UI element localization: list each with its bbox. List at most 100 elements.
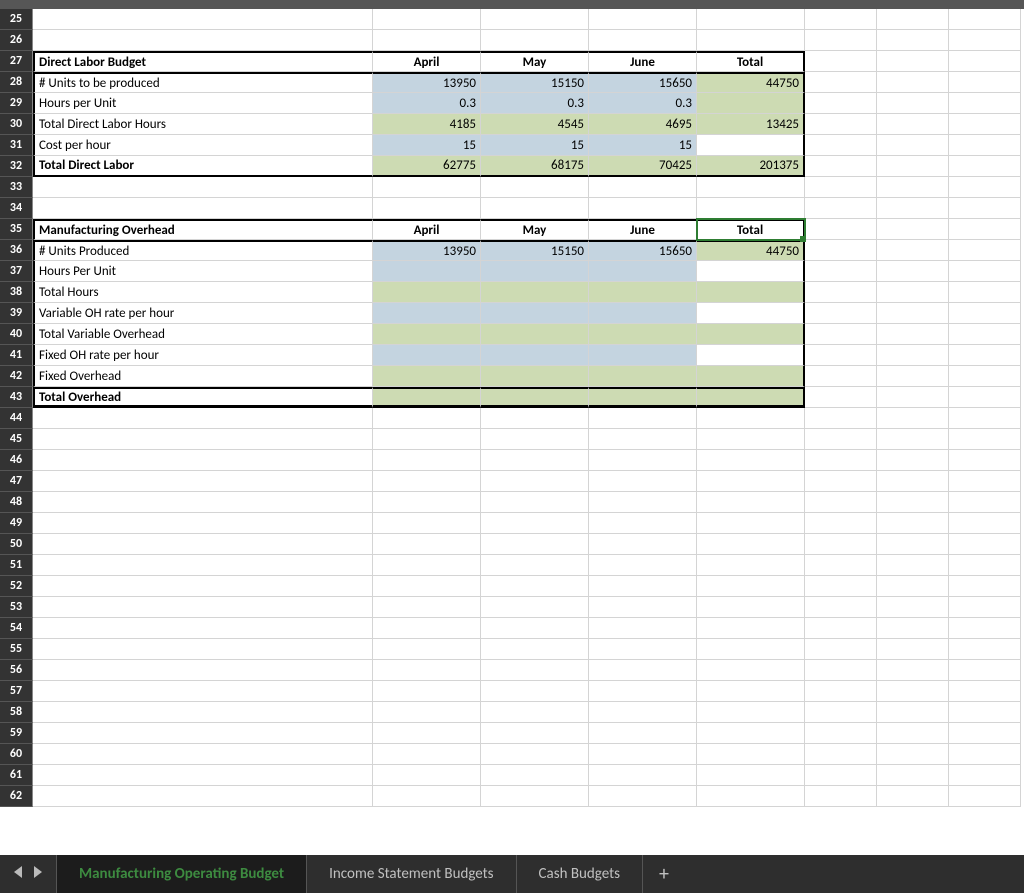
cell-35-x1[interactable]: [877, 219, 949, 240]
cell-55-1[interactable]: [373, 639, 481, 660]
cell-54-2[interactable]: [481, 618, 589, 639]
dlb-tdl-jun[interactable]: 70425: [589, 156, 697, 177]
cell-60-0[interactable]: [33, 744, 373, 765]
cell-33-4[interactable]: [697, 177, 805, 198]
cell-58-3[interactable]: [589, 702, 697, 723]
cell-45-4[interactable]: [697, 429, 805, 450]
row-header-30[interactable]: 30: [0, 114, 33, 135]
cell-62-5[interactable]: [805, 786, 877, 807]
cell-34-5[interactable]: [805, 198, 877, 219]
row-header-46[interactable]: 46: [0, 450, 33, 471]
moh-units-label[interactable]: # Units Produced: [33, 240, 373, 261]
cell-56-5[interactable]: [805, 660, 877, 681]
row-header-45[interactable]: 45: [0, 429, 33, 450]
moh-th-may[interactable]: [481, 282, 589, 303]
cell-46-6[interactable]: [877, 450, 949, 471]
cell-55-3[interactable]: [589, 639, 697, 660]
dlb-cph-jun[interactable]: 15: [589, 135, 697, 156]
moh-foh-jun[interactable]: [589, 345, 697, 366]
cell-54-3[interactable]: [589, 618, 697, 639]
cell-49-0[interactable]: [33, 513, 373, 534]
row-header-49[interactable]: 49: [0, 513, 33, 534]
cell-59-2[interactable]: [481, 723, 589, 744]
row-header-57[interactable]: 57: [0, 681, 33, 702]
cell-26-7[interactable]: [949, 30, 1021, 51]
moh-fo-jun[interactable]: [589, 366, 697, 387]
col-total[interactable]: Total: [697, 51, 805, 72]
moh-tvoh-label[interactable]: Total Variable Overhead: [33, 324, 373, 345]
cell-43-x1[interactable]: [877, 387, 949, 408]
moh-fo-apr[interactable]: [373, 366, 481, 387]
cell-52-6[interactable]: [877, 576, 949, 597]
dlb-tdlh-jun[interactable]: 4695: [589, 114, 697, 135]
dlb-tdlh-may[interactable]: 4545: [481, 114, 589, 135]
cell-44-5[interactable]: [805, 408, 877, 429]
cell-61-5[interactable]: [805, 765, 877, 786]
dlb-tdl-total[interactable]: 201375: [697, 156, 805, 177]
moh-voh-may[interactable]: [481, 303, 589, 324]
cell-44-1[interactable]: [373, 408, 481, 429]
cell-50-0[interactable]: [33, 534, 373, 555]
cell-56-3[interactable]: [589, 660, 697, 681]
cell-55-6[interactable]: [877, 639, 949, 660]
cell-36-x0[interactable]: [805, 240, 877, 261]
dlb-cph-may[interactable]: 15: [481, 135, 589, 156]
dlb-tdlh-label[interactable]: Total Direct Labor Hours: [33, 114, 373, 135]
cell-38-x2[interactable]: [949, 282, 1021, 303]
cell-56-6[interactable]: [877, 660, 949, 681]
row-header-36[interactable]: 36: [0, 240, 33, 261]
row-header-51[interactable]: 51: [0, 555, 33, 576]
cell-59-6[interactable]: [877, 723, 949, 744]
add-sheet-button[interactable]: +: [643, 855, 685, 893]
cell-47-0[interactable]: [33, 471, 373, 492]
cell-53-7[interactable]: [949, 597, 1021, 618]
cell-48-7[interactable]: [949, 492, 1021, 513]
row-header-56[interactable]: 56: [0, 660, 33, 681]
cell-55-4[interactable]: [697, 639, 805, 660]
cell-54-0[interactable]: [33, 618, 373, 639]
dlb-units-label[interactable]: # Units to be produced: [33, 72, 373, 93]
moh-voh-jun[interactable]: [589, 303, 697, 324]
cell-28-x2[interactable]: [949, 72, 1021, 93]
dlb-cph-label[interactable]: Cost per hour: [33, 135, 373, 156]
row-header-62[interactable]: 62: [0, 786, 33, 807]
cell-42-x0[interactable]: [805, 366, 877, 387]
cell-58-4[interactable]: [697, 702, 805, 723]
moh-voh-label[interactable]: Variable OH rate per hour: [33, 303, 373, 324]
cell-37-x1[interactable]: [877, 261, 949, 282]
cell-29-x2[interactable]: [949, 93, 1021, 114]
cell-26-5[interactable]: [805, 30, 877, 51]
cell-54-5[interactable]: [805, 618, 877, 639]
cell-59-3[interactable]: [589, 723, 697, 744]
row-header-60[interactable]: 60: [0, 744, 33, 765]
cell-53-0[interactable]: [33, 597, 373, 618]
cell-51-0[interactable]: [33, 555, 373, 576]
cell-53-2[interactable]: [481, 597, 589, 618]
cell-33-5[interactable]: [805, 177, 877, 198]
row-header-37[interactable]: 37: [0, 261, 33, 282]
cell-26-6[interactable]: [877, 30, 949, 51]
cell-59-7[interactable]: [949, 723, 1021, 744]
cell-59-5[interactable]: [805, 723, 877, 744]
cell-34-2[interactable]: [481, 198, 589, 219]
col-may-2[interactable]: May: [481, 219, 589, 240]
cell-46-7[interactable]: [949, 450, 1021, 471]
cell-37-x2[interactable]: [949, 261, 1021, 282]
cell-51-7[interactable]: [949, 555, 1021, 576]
cell-48-4[interactable]: [697, 492, 805, 513]
cell-39-x0[interactable]: [805, 303, 877, 324]
moh-hpu-label[interactable]: Hours Per Unit: [33, 261, 373, 282]
cell-51-4[interactable]: [697, 555, 805, 576]
cell-28-x1[interactable]: [877, 72, 949, 93]
moh-units-may[interactable]: 15150: [481, 240, 589, 261]
moh-foh-total[interactable]: [697, 345, 805, 366]
cell-60-2[interactable]: [481, 744, 589, 765]
cell-39-x1[interactable]: [877, 303, 949, 324]
cell-45-2[interactable]: [481, 429, 589, 450]
moh-hpu-apr[interactable]: [373, 261, 481, 282]
cell-31-x2[interactable]: [949, 135, 1021, 156]
cell-31-x0[interactable]: [805, 135, 877, 156]
moh-title[interactable]: Manufacturing Overhead: [33, 219, 373, 240]
cell-54-4[interactable]: [697, 618, 805, 639]
cell-30-x2[interactable]: [949, 114, 1021, 135]
